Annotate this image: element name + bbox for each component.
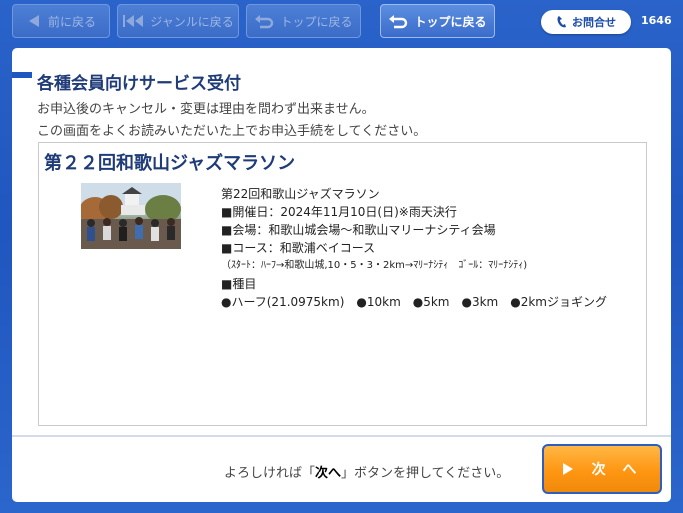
event-title: 第２２回和歌山ジャズマラソン [44,153,296,174]
footer-instruction-prefix: よろしければ「 [224,466,316,481]
back-button-label: 前に戻る [47,14,96,29]
return-arrow-icon [389,15,408,29]
play-arrow-icon [562,463,573,475]
footer-instruction: よろしければ「次へ」ボタンを押してください。 [224,462,509,481]
event-name-line: 第22回和歌山ジャズマラソン [221,187,380,201]
event-date-line: ■開催日：2024年11月10日(日)※雨天決行 [221,205,457,219]
page-title: 各種会員向けサービス受付 [37,74,241,94]
footer-instruction-suffix: 」ボタンを押してください。 [341,466,510,481]
top-back-button-disabled-label: トップに戻る [280,14,353,29]
terminal-id: 1646 [641,14,672,27]
phone-icon [557,16,566,28]
footer-instruction-emphasis: 次へ [315,466,342,481]
top-back-button[interactable]: トップに戻る [380,4,495,38]
title-marker [12,72,32,78]
top-back-button-disabled[interactable]: トップに戻る [246,4,361,38]
return-arrow-icon [255,15,274,29]
event-category-heading: ■種目 [221,277,257,291]
contact-label: お問合せ [572,16,616,29]
back-button[interactable]: 前に戻る [12,4,110,38]
top-nav-bar: 前に戻る ジャンルに戻る トップに戻る トップに戻る お問合せ 1646 [0,0,683,46]
contact-button[interactable]: お問合せ [541,10,631,34]
event-course-line: ■コース：和歌浦ベイコース [221,241,376,255]
event-course-detail-line: （ｽﾀｰﾄ：ﾊｰﾌ→和歌山城,10・5・3・2km→ﾏﾘｰﾅｼﾃｨ ｺﾞｰﾙ：ﾏ… [221,260,528,271]
event-photo [81,183,181,249]
event-venue-line: ■会場：和歌山城会場〜和歌山マリーナシティ会場 [221,223,496,237]
footer-divider [12,435,671,437]
next-button[interactable]: 次 へ [542,444,662,494]
top-back-button-label: トップに戻る [414,14,487,29]
cancel-notice: お申込後のキャンセル・変更は理由を問わず出来ません。 [37,102,375,117]
double-back-arrow-icon [123,15,144,27]
genre-back-button[interactable]: ジャンルに戻る [117,4,239,38]
genre-back-button-label: ジャンルに戻る [150,14,234,29]
back-arrow-icon [28,15,39,27]
read-carefully-notice: この画面をよくお読みいただいた上でお申込手続をしてください。 [37,124,427,139]
event-details: 第22回和歌山ジャズマラソン ■開催日：2024年11月10日(日)※雨天決行 … [221,185,607,311]
event-categories-line: ●ハーフ(21.0975km) ●10km ●5km ●3km ●2kmジョギン… [221,295,607,309]
next-button-label: 次 へ [591,462,643,478]
